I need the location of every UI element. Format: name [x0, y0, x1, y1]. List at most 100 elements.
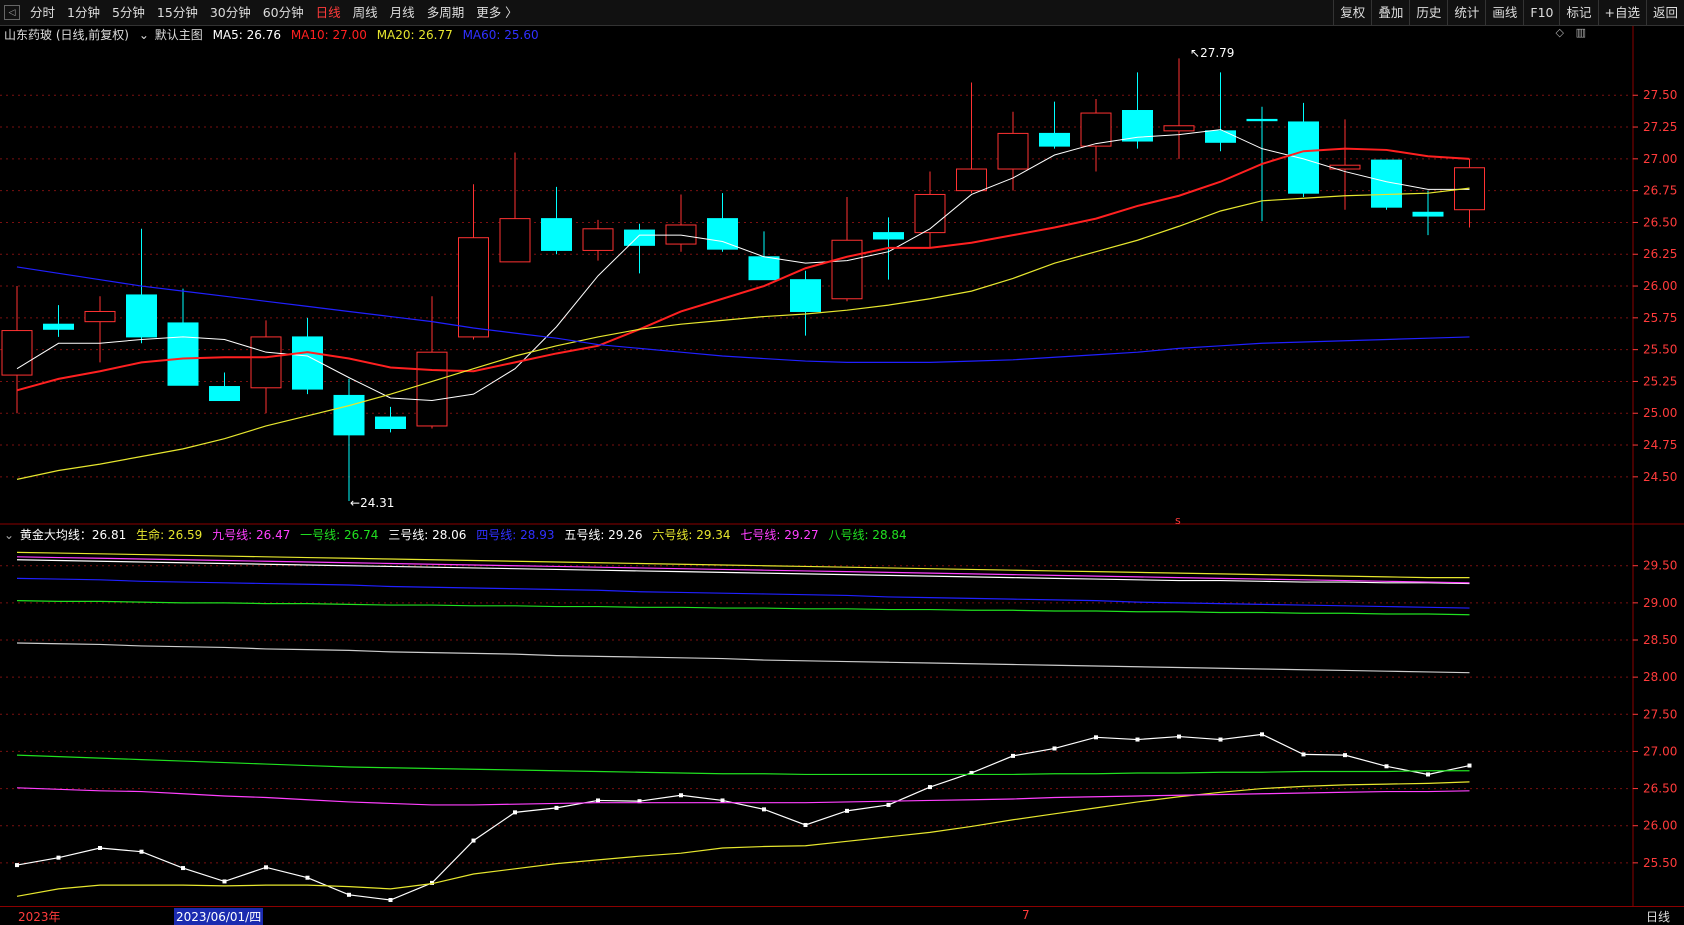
gold-ma-point: [720, 798, 725, 803]
gold-ma-point: [1135, 737, 1140, 742]
candle-down: [1412, 211, 1444, 217]
candle-up: [416, 351, 448, 427]
candle-up: [1454, 167, 1485, 211]
gold-ma-point: [1094, 735, 1098, 740]
candle-down: [707, 218, 738, 250]
sub-line-4: [16, 642, 1470, 674]
main-tick-label: 27.00: [1643, 152, 1677, 166]
gold-ma-point: [762, 807, 766, 812]
gold-ma-point: [1426, 772, 1430, 777]
candle-up: [84, 310, 116, 323]
gold-ma-point: [305, 875, 310, 880]
main-tick-label: 25.75: [1643, 311, 1677, 325]
main-tick-label: 27.25: [1643, 120, 1677, 134]
candle-down: [1205, 130, 1236, 143]
gold-ma-point: [1384, 764, 1389, 769]
gold-ma-point: [139, 849, 144, 854]
gold-ma-point: [222, 879, 227, 884]
sub-tick-label: 28.00: [1643, 670, 1677, 684]
cursor-date-label: 2023/06/01/四: [174, 908, 264, 925]
candle-up: [831, 239, 863, 300]
gold-ma-point: [886, 802, 891, 807]
ma-line-ma5: [16, 129, 1470, 402]
gold-ma-point: [513, 810, 517, 815]
candle-down: [1246, 118, 1278, 122]
candle-up: [997, 132, 1029, 170]
main-tick-label: 24.75: [1643, 438, 1677, 452]
gold-ma-point: [388, 898, 393, 902]
sub-line-1: [16, 781, 1470, 897]
candle-up: [499, 218, 531, 263]
gold-ma-point: [264, 865, 268, 870]
candle-down: [1288, 121, 1319, 194]
gold-ma-point: [471, 838, 476, 843]
gold-ma-point: [596, 798, 600, 803]
sub-line-2: [16, 787, 1470, 806]
sub-tick-label: 29.50: [1643, 559, 1677, 573]
ma-line-ma20: [16, 187, 1470, 480]
candle-down: [333, 394, 365, 436]
candle-up: [914, 193, 946, 234]
sub-line-5: [16, 600, 1470, 616]
sub-tick-label: 26.00: [1643, 819, 1677, 833]
candle-down: [624, 229, 655, 246]
gold-ma-point: [1343, 753, 1347, 758]
candle-down: [748, 256, 780, 281]
gold-ma-point: [928, 785, 932, 790]
candle-down: [873, 232, 904, 240]
main-tick-label: 25.50: [1643, 343, 1677, 357]
sub-tick-label: 27.50: [1643, 707, 1677, 721]
candle-down: [167, 322, 199, 386]
candle-up: [665, 224, 697, 245]
gold-ma-point: [1467, 763, 1472, 768]
main-tick-label: 25.00: [1643, 406, 1677, 420]
ma-line-ma10: [16, 147, 1470, 392]
gold-ma-point: [1218, 737, 1223, 742]
low-price-annotation: ←24.31: [350, 496, 395, 510]
gold-ma-point: [98, 846, 102, 850]
main-tick-label: 27.50: [1643, 88, 1677, 102]
kline-chart[interactable]: 24.50 24.75 25.00 25.25 25.50 25.75 26.00 26.25…: [0, 0, 1684, 922]
candle-down: [126, 294, 157, 338]
sub-line-7: [16, 559, 1470, 585]
period-label[interactable]: 日线: [1646, 908, 1670, 925]
gold-ma-point: [1177, 734, 1181, 739]
sub-tick-label: 29.00: [1643, 596, 1677, 610]
candle-up: [582, 228, 614, 251]
sub-tick-label: 26.50: [1643, 782, 1677, 796]
main-tick-label: 26.25: [1643, 247, 1677, 261]
gold-ma-point: [181, 866, 185, 871]
ma-line-ma60: [16, 266, 1470, 363]
sub-line-0: [16, 733, 1470, 901]
candle-down: [209, 386, 240, 402]
candle-down: [43, 323, 74, 330]
main-tick-label: 26.50: [1643, 215, 1677, 229]
gold-ma-point: [15, 863, 19, 868]
sub-line-3: [16, 754, 1470, 776]
sub-tick-label: 27.00: [1643, 744, 1677, 758]
month-marker: 7: [1022, 908, 1030, 922]
sub-tick-label: 28.50: [1643, 633, 1677, 647]
gold-ma-point: [554, 805, 559, 810]
year-label: 2023年: [18, 910, 61, 924]
main-tick-label: 26.75: [1643, 184, 1677, 198]
gold-ma-point: [679, 793, 683, 798]
main-tick-label: 26.00: [1643, 279, 1677, 293]
sub-line-9: [16, 551, 1470, 579]
sub-tick-label: 25.50: [1643, 856, 1677, 870]
candle-up: [1080, 112, 1112, 147]
sub-line-8: [16, 556, 1470, 584]
gold-ma-point: [1052, 746, 1057, 751]
signal-marker: s: [1175, 514, 1181, 527]
candle-up: [956, 168, 987, 192]
candle-down: [790, 279, 821, 312]
gold-ma-point: [1260, 732, 1264, 737]
gold-ma-point: [845, 808, 849, 813]
gold-ma-point: [347, 892, 351, 897]
date-axis: 2023年 2023/06/01/四 7 日线: [0, 906, 1684, 925]
gold-ma-point: [1301, 752, 1306, 757]
candle-up: [1163, 125, 1195, 132]
gold-ma-point: [1011, 753, 1015, 758]
gold-ma-point: [56, 855, 61, 860]
high-price-annotation: ↖27.79: [1190, 46, 1235, 60]
